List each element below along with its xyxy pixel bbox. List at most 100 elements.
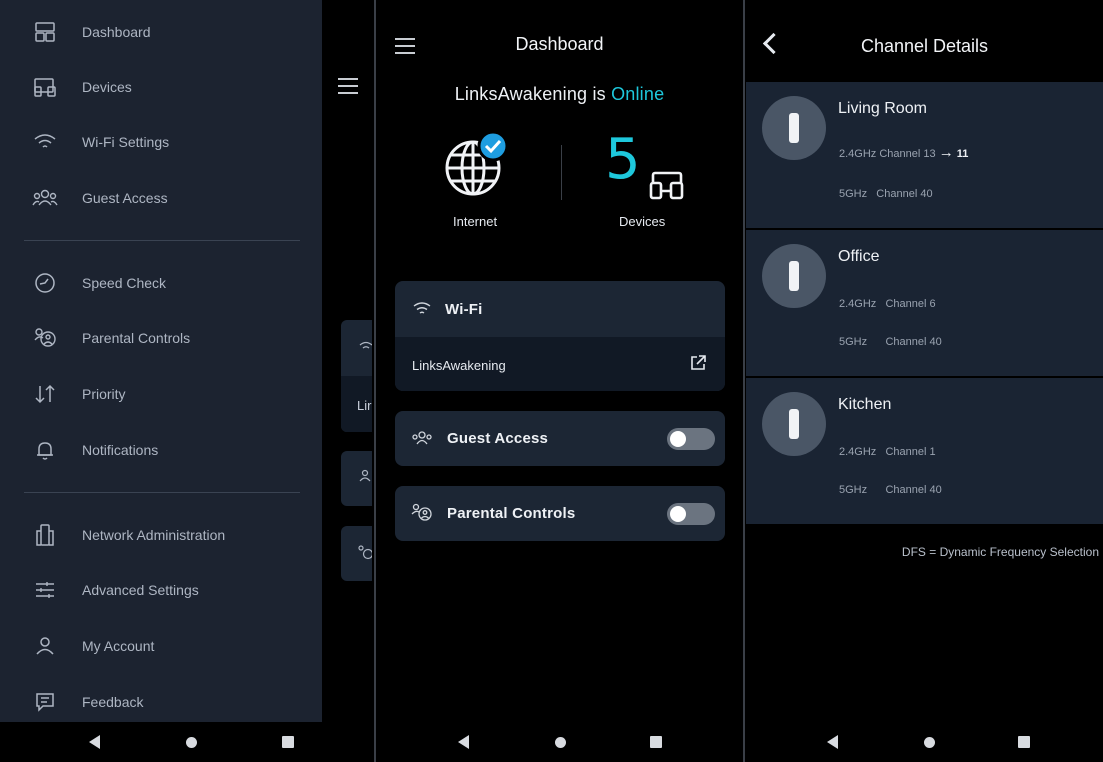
arrow-right-icon: → — [938, 144, 954, 161]
guest-access-card-peek — [341, 451, 372, 506]
router-node-icon — [789, 409, 799, 439]
menu-item-notifications[interactable]: Notifications — [0, 430, 322, 470]
menu-item-guest-access[interactable]: Guest Access — [0, 178, 322, 218]
hamburger-icon[interactable] — [338, 78, 358, 94]
nav-back-icon[interactable] — [458, 735, 469, 749]
wifi-network-row[interactable]: LinksAwakening — [395, 337, 725, 391]
menu-item-advanced-settings[interactable]: Advanced Settings — [0, 570, 322, 610]
nav-back-icon[interactable] — [827, 735, 838, 749]
menu-item-parental-controls[interactable]: Parental Controls — [0, 318, 322, 358]
nav-recents-icon[interactable] — [650, 736, 662, 748]
nav-home-icon[interactable] — [186, 737, 197, 748]
node-2-4ghz-channel: 2.4GHz Channel 13 → 11 — [839, 144, 969, 161]
menu-item-dashboard[interactable]: Dashboard — [0, 12, 322, 52]
channel-details-screen: Channel Details Living Room 2.4GHz Chann… — [746, 0, 1103, 762]
navigation-drawer-screen: Dashboard Devices Wi-Fi Settings Guest A… — [0, 0, 372, 762]
internet-status[interactable] — [441, 130, 511, 200]
parental-controls-icon — [358, 545, 372, 560]
menu-item-priority[interactable]: Priority — [0, 374, 322, 414]
user-icon — [28, 629, 62, 663]
menu-divider — [24, 240, 300, 241]
node-avatar — [762, 392, 826, 456]
guest-access-icon — [412, 431, 432, 445]
menu-label-guest-access: Guest Access — [82, 190, 168, 206]
node-avatar — [762, 244, 826, 308]
node-card-living-room[interactable]: Living Room 2.4GHz Channel 13 → 11 5GHz … — [746, 82, 1103, 228]
wifi-network-name: LinksAwakening — [412, 358, 506, 373]
android-nav-bar — [377, 722, 742, 762]
node-avatar — [762, 96, 826, 160]
guest-access-icon — [359, 469, 371, 482]
nav-home-icon[interactable] — [924, 737, 935, 748]
devices-label: Devices — [619, 214, 666, 229]
menu-item-my-account[interactable]: My Account — [0, 626, 322, 666]
guest-access-label: Guest Access — [447, 430, 549, 447]
node-5ghz-channel: 5GHz Channel 40 — [839, 336, 942, 348]
router-node-icon — [789, 261, 799, 291]
page-title: Channel Details — [860, 36, 989, 56]
bell-icon — [28, 433, 62, 467]
menu-label-notifications: Notifications — [82, 442, 159, 458]
priority-icon — [28, 377, 62, 411]
globe-icon — [445, 130, 509, 196]
screen-separator — [743, 0, 745, 762]
node-name: Office — [838, 248, 880, 265]
menu-label-network-administration: Network Administration — [82, 527, 226, 543]
menu-item-network-administration[interactable]: Network Administration — [0, 515, 322, 555]
parental-controls-card-peek — [341, 526, 372, 581]
menu-item-feedback[interactable]: Feedback — [0, 682, 322, 722]
node-card-office[interactable]: Office 2.4GHz Channel 6 5GHz Channel 40 — [746, 230, 1103, 376]
parental-controls-icon — [411, 503, 432, 521]
navigation-drawer: Dashboard Devices Wi-Fi Settings Guest A… — [0, 0, 322, 722]
nav-back-icon[interactable] — [89, 735, 100, 749]
devices-icon — [28, 70, 62, 104]
menu-label-my-account: My Account — [82, 638, 155, 654]
menu-item-devices[interactable]: Devices — [0, 67, 322, 107]
network-admin-icon — [28, 518, 62, 552]
node-5ghz-channel: 5GHz Channel 40 — [839, 484, 942, 496]
menu-label-speed-check: Speed Check — [82, 275, 167, 291]
parental-controls-icon — [28, 321, 62, 355]
menu-label-devices: Devices — [82, 79, 132, 95]
menu-item-wifi-settings[interactable]: Wi-Fi Settings — [0, 122, 322, 162]
router-node-icon — [789, 113, 799, 143]
menu-item-speed-check[interactable]: Speed Check — [0, 263, 322, 303]
page-title: Dashboard — [515, 34, 604, 54]
sliders-icon — [28, 573, 62, 607]
stat-divider — [561, 145, 562, 200]
guest-access-toggle[interactable] — [667, 428, 715, 450]
screen-separator — [374, 0, 376, 762]
menu-label-priority: Priority — [82, 386, 126, 402]
wifi-card[interactable]: Wi-Fi LinksAwakening — [395, 281, 725, 391]
parental-controls-card[interactable]: Parental Controls — [395, 486, 725, 541]
menu-label-advanced-settings: Advanced Settings — [82, 582, 199, 598]
menu-label-parental-controls: Parental Controls — [82, 330, 191, 346]
parental-controls-label: Parental Controls — [447, 505, 576, 522]
menu-label-dashboard: Dashboard — [82, 24, 151, 40]
menu-label-wifi-settings: Wi-Fi Settings — [82, 134, 170, 150]
network-status: LinksAwakening is Online — [377, 84, 742, 105]
node-5ghz-channel: 5GHz Channel 40 — [839, 188, 933, 200]
speed-check-icon — [28, 266, 62, 300]
nav-recents-icon[interactable] — [1018, 736, 1030, 748]
node-2-4ghz-channel: 2.4GHz Channel 1 — [839, 446, 936, 458]
parental-controls-toggle[interactable] — [667, 503, 715, 525]
wifi-icon — [359, 341, 372, 349]
nav-recents-icon[interactable] — [282, 736, 294, 748]
node-name: Kitchen — [838, 396, 892, 413]
node-name: Living Room — [838, 100, 927, 117]
dfs-footnote: DFS = Dynamic Frequency Selection — [901, 545, 1099, 559]
wifi-icon — [28, 125, 62, 159]
status-prefix: is — [592, 84, 606, 104]
dashboard-screen: Dashboard LinksAwakening is Online Inter… — [377, 0, 742, 762]
guest-access-icon — [28, 181, 62, 215]
node-card-kitchen[interactable]: Kitchen 2.4GHz Channel 1 5GHz Channel 40 — [746, 378, 1103, 524]
nav-home-icon[interactable] — [555, 737, 566, 748]
external-link-icon[interactable] — [689, 354, 707, 372]
internet-label: Internet — [453, 214, 498, 229]
menu-label-feedback: Feedback — [82, 694, 144, 710]
node-2-4ghz-channel: 2.4GHz Channel 6 — [839, 298, 936, 310]
guest-access-card[interactable]: Guest Access — [395, 411, 725, 466]
feedback-icon — [28, 685, 62, 719]
wifi-icon — [413, 302, 431, 314]
